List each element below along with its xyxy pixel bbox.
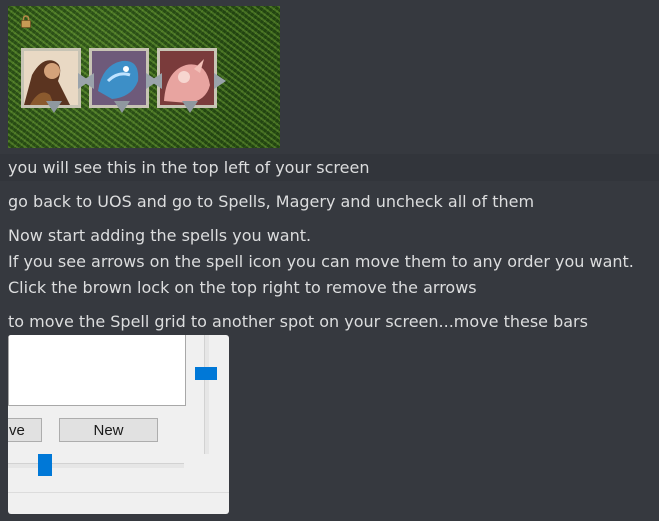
vertical-slider-thumb[interactable] <box>195 367 217 380</box>
blue-dragon-spell-icon <box>92 51 146 105</box>
remove-button[interactable]: ve <box>8 418 42 442</box>
vertical-slider-track[interactable] <box>204 335 209 454</box>
chat-message: Now start adding the spells you want. <box>8 226 312 245</box>
chat-message: to move the Spell grid to another spot o… <box>8 312 588 331</box>
horizontal-slider-thumb[interactable] <box>38 454 52 476</box>
game-screenshot <box>8 6 280 148</box>
pink-creature-spell-icon <box>160 51 214 105</box>
brown-lock-icon[interactable] <box>21 15 31 28</box>
move-left-arrow-icon[interactable] <box>82 73 94 89</box>
move-left-arrow-icon[interactable] <box>150 73 162 89</box>
move-right-arrow-icon[interactable] <box>214 73 226 89</box>
divider <box>8 492 229 493</box>
chat-message: Click the brown lock on the top right to… <box>8 278 477 297</box>
chat-message: go back to UOS and go to Spells, Magery … <box>8 192 535 211</box>
move-down-arrow-icon[interactable] <box>182 101 198 113</box>
settings-screenshot: ve New <box>8 335 229 514</box>
new-button[interactable]: New <box>59 418 158 442</box>
spell-slot-2[interactable] <box>82 48 158 113</box>
spell-slot-3[interactable] <box>150 48 226 113</box>
warrior-spell-icon <box>24 51 78 105</box>
chat-message: you will see this in the top left of you… <box>8 158 370 177</box>
spell-list-box <box>8 335 186 406</box>
move-down-arrow-icon[interactable] <box>46 101 62 113</box>
move-down-arrow-icon[interactable] <box>114 101 130 113</box>
horizontal-slider-track[interactable] <box>8 463 184 468</box>
chat-message: If you see arrows on the spell icon you … <box>8 252 634 271</box>
spell-slot-1[interactable] <box>21 48 90 113</box>
